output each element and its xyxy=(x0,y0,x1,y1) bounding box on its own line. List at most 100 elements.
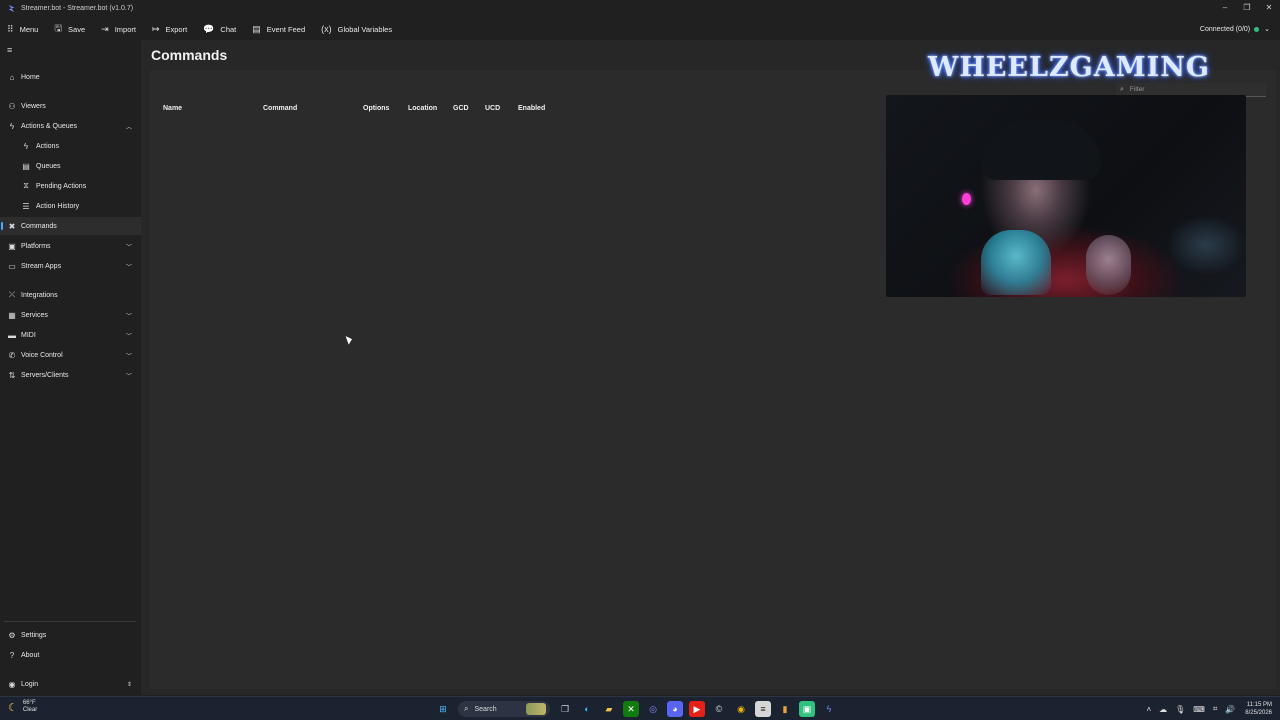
column-header-options[interactable]: Options xyxy=(363,105,389,112)
windows-start-icon[interactable]: ⊞ xyxy=(435,701,451,717)
sidebar-item-login[interactable]: ◉ Login ⇕ xyxy=(0,675,141,693)
app-icon[interactable]: ◎ xyxy=(645,701,661,717)
task-view-icon[interactable]: ❐ xyxy=(557,701,573,717)
app-icon[interactable]: ≡ xyxy=(755,701,771,717)
search-highlight-icon xyxy=(526,703,546,715)
event-feed-button[interactable]: ▤ Event Feed xyxy=(252,19,305,39)
event-feed-icon: ▤ xyxy=(252,23,261,34)
taskbar: ☾ 66°F Clear ⊞ ⌕ Search ❐ ◐ ▰ ✕ ◎ ◕ ▶ © … xyxy=(0,696,1280,720)
save-icon: 🖫 xyxy=(54,23,63,33)
xbox-icon[interactable]: ✕ xyxy=(623,701,639,717)
weather-widget[interactable]: ☾ 66°F Clear xyxy=(8,700,37,714)
chevron-up-icon[interactable]: ˄ xyxy=(1146,705,1151,714)
minimize-button[interactable]: – xyxy=(1214,0,1236,16)
copilot-icon[interactable]: © xyxy=(711,701,727,717)
taskbar-apps: ⊞ ⌕ Search ❐ ◐ ▰ ✕ ◎ ◕ ▶ © ◉ ≡ ▮ ▣ ϟ xyxy=(432,700,840,718)
sidebar-item-actions-queues[interactable]: ϟ Actions & Queues ︿ xyxy=(0,117,141,135)
column-header-location[interactable]: Location xyxy=(408,105,437,112)
chevron-down-icon: ﹀ xyxy=(125,244,132,251)
menu-button[interactable]: ⠿ Menu xyxy=(7,19,38,39)
import-button[interactable]: ⇥ Import xyxy=(101,19,136,39)
chevron-down-icon: ⌄ xyxy=(1264,26,1270,33)
sidebar: ≡ ⌂ Home ⚇ Viewers ϟ Actions & Queues ︿ … xyxy=(0,40,141,695)
close-button[interactable]: ✕ xyxy=(1258,0,1280,16)
column-header-name[interactable]: Name xyxy=(163,105,182,112)
actions-icon: ϟ xyxy=(9,121,15,131)
commands-icon: ✖ xyxy=(8,221,16,231)
webcam-subject-hat xyxy=(981,120,1101,180)
column-header-ucd[interactable]: UCD xyxy=(485,105,500,112)
variables-icon: (x) xyxy=(321,24,332,34)
toolbar: ⠿ Menu 🖫 Save ⇥ Import ↦ Export 💬 Chat ▤… xyxy=(0,19,1280,39)
chevron-down-icon: ﹀ xyxy=(125,264,132,271)
chat-button[interactable]: 💬 Chat xyxy=(203,19,236,39)
sidebar-item-servers-clients[interactable]: ⇅ Servers/Clients ﹀ xyxy=(0,366,141,384)
title-bar: Streamer.bot - Streamer.bot (v1.0.7) – ❐… xyxy=(0,0,1280,16)
platforms-icon: ▣ xyxy=(8,241,16,251)
connection-status[interactable]: Connected (0/0) ⌄ xyxy=(1200,19,1270,39)
maximize-button[interactable]: ❐ xyxy=(1236,0,1258,16)
cloud-icon[interactable]: ☁ xyxy=(1159,705,1167,714)
global-variables-button[interactable]: (x) Global Variables xyxy=(321,19,392,39)
chevron-updown-icon: ⇕ xyxy=(126,681,132,688)
chevron-down-icon: ﹀ xyxy=(125,373,132,380)
headset-light xyxy=(962,193,971,205)
microphone-icon[interactable]: 🎙 xyxy=(1175,705,1185,714)
app-icon[interactable]: ▮ xyxy=(777,701,793,717)
column-header-command[interactable]: Command xyxy=(263,105,297,112)
moon-icon: ☾ xyxy=(8,701,18,714)
sidebar-item-queues[interactable]: ▤ Queues xyxy=(0,157,141,175)
sidebar-item-voice-control[interactable]: ✆ Voice Control ﹀ xyxy=(0,346,141,364)
pending-icon: ⧖ xyxy=(23,181,29,190)
youtube-icon[interactable]: ▶ xyxy=(689,701,705,717)
integrations-icon: ⤫ xyxy=(8,290,16,299)
page-title: Commands xyxy=(151,47,228,63)
sidebar-item-services[interactable]: ▦ Services ﹀ xyxy=(0,306,141,324)
sidebar-item-action-history[interactable]: ☰ Action History xyxy=(0,197,141,215)
window-title: Streamer.bot - Streamer.bot (v1.0.7) xyxy=(21,4,134,12)
chevron-down-icon: ﹀ xyxy=(125,353,132,360)
import-icon: ⇥ xyxy=(101,23,109,34)
save-button[interactable]: 🖫 Save xyxy=(54,19,85,39)
file-explorer-icon[interactable]: ▰ xyxy=(601,701,617,717)
webcam-subject-hand xyxy=(1086,235,1131,295)
taskbar-clock[interactable]: 11:15 PM 8/25/2026 xyxy=(1245,701,1272,717)
sidebar-item-midi[interactable]: ▬ MIDI ﹀ xyxy=(0,326,141,344)
sidebar-item-actions[interactable]: ϟ Actions xyxy=(0,137,141,155)
sidebar-item-commands[interactable]: ✖ Commands xyxy=(0,217,141,235)
servers-icon: ⇅ xyxy=(8,370,16,380)
webcam-overlay xyxy=(886,95,1246,297)
voice-icon: ✆ xyxy=(8,350,16,360)
sidebar-item-settings[interactable]: ⚙ Settings xyxy=(0,626,141,644)
sidebar-item-integrations[interactable]: ⤫ Integrations xyxy=(0,286,141,304)
sidebar-item-pending-actions[interactable]: ⧖ Pending Actions xyxy=(0,177,141,195)
grid-icon: ⠿ xyxy=(7,23,14,34)
chevron-down-icon: ﹀ xyxy=(125,333,132,340)
network-icon[interactable]: ⌗ xyxy=(1213,704,1218,714)
stream-apps-icon: ▭ xyxy=(8,261,16,271)
streamerbot-logo-icon xyxy=(8,4,15,12)
sidebar-item-stream-apps[interactable]: ▭ Stream Apps ﹀ xyxy=(0,257,141,275)
sidebar-item-viewers[interactable]: ⚇ Viewers xyxy=(0,97,141,115)
hamburger-menu-icon[interactable]: ≡ xyxy=(7,45,12,55)
export-button[interactable]: ↦ Export xyxy=(152,19,187,39)
chevron-down-icon: ﹀ xyxy=(125,313,132,320)
sidebar-item-about[interactable]: ? About xyxy=(0,646,141,664)
taskbar-search[interactable]: ⌕ Search xyxy=(458,701,550,717)
app-icon[interactable]: ▣ xyxy=(799,701,815,717)
column-header-enabled[interactable]: Enabled xyxy=(518,105,545,112)
volume-icon[interactable]: 🔊 xyxy=(1225,705,1235,714)
midi-icon: ▬ xyxy=(8,330,16,340)
sidebar-item-home[interactable]: ⌂ Home xyxy=(0,68,141,86)
search-icon: ⌕ xyxy=(464,704,469,713)
chrome-icon[interactable]: ◉ xyxy=(733,701,749,717)
column-header-gcd[interactable]: GCD xyxy=(453,105,469,112)
edge-browser-icon[interactable]: ◐ xyxy=(579,701,595,717)
services-icon: ▦ xyxy=(8,310,16,320)
discord-icon[interactable]: ◕ xyxy=(667,701,683,717)
webcam-subject-hand xyxy=(981,230,1051,295)
sidebar-item-platforms[interactable]: ▣ Platforms ﹀ xyxy=(0,237,141,255)
streamerbot-taskbar-icon[interactable]: ϟ xyxy=(821,701,837,717)
language-icon[interactable]: ⌨ xyxy=(1193,705,1205,714)
status-dot-icon xyxy=(1254,26,1260,32)
